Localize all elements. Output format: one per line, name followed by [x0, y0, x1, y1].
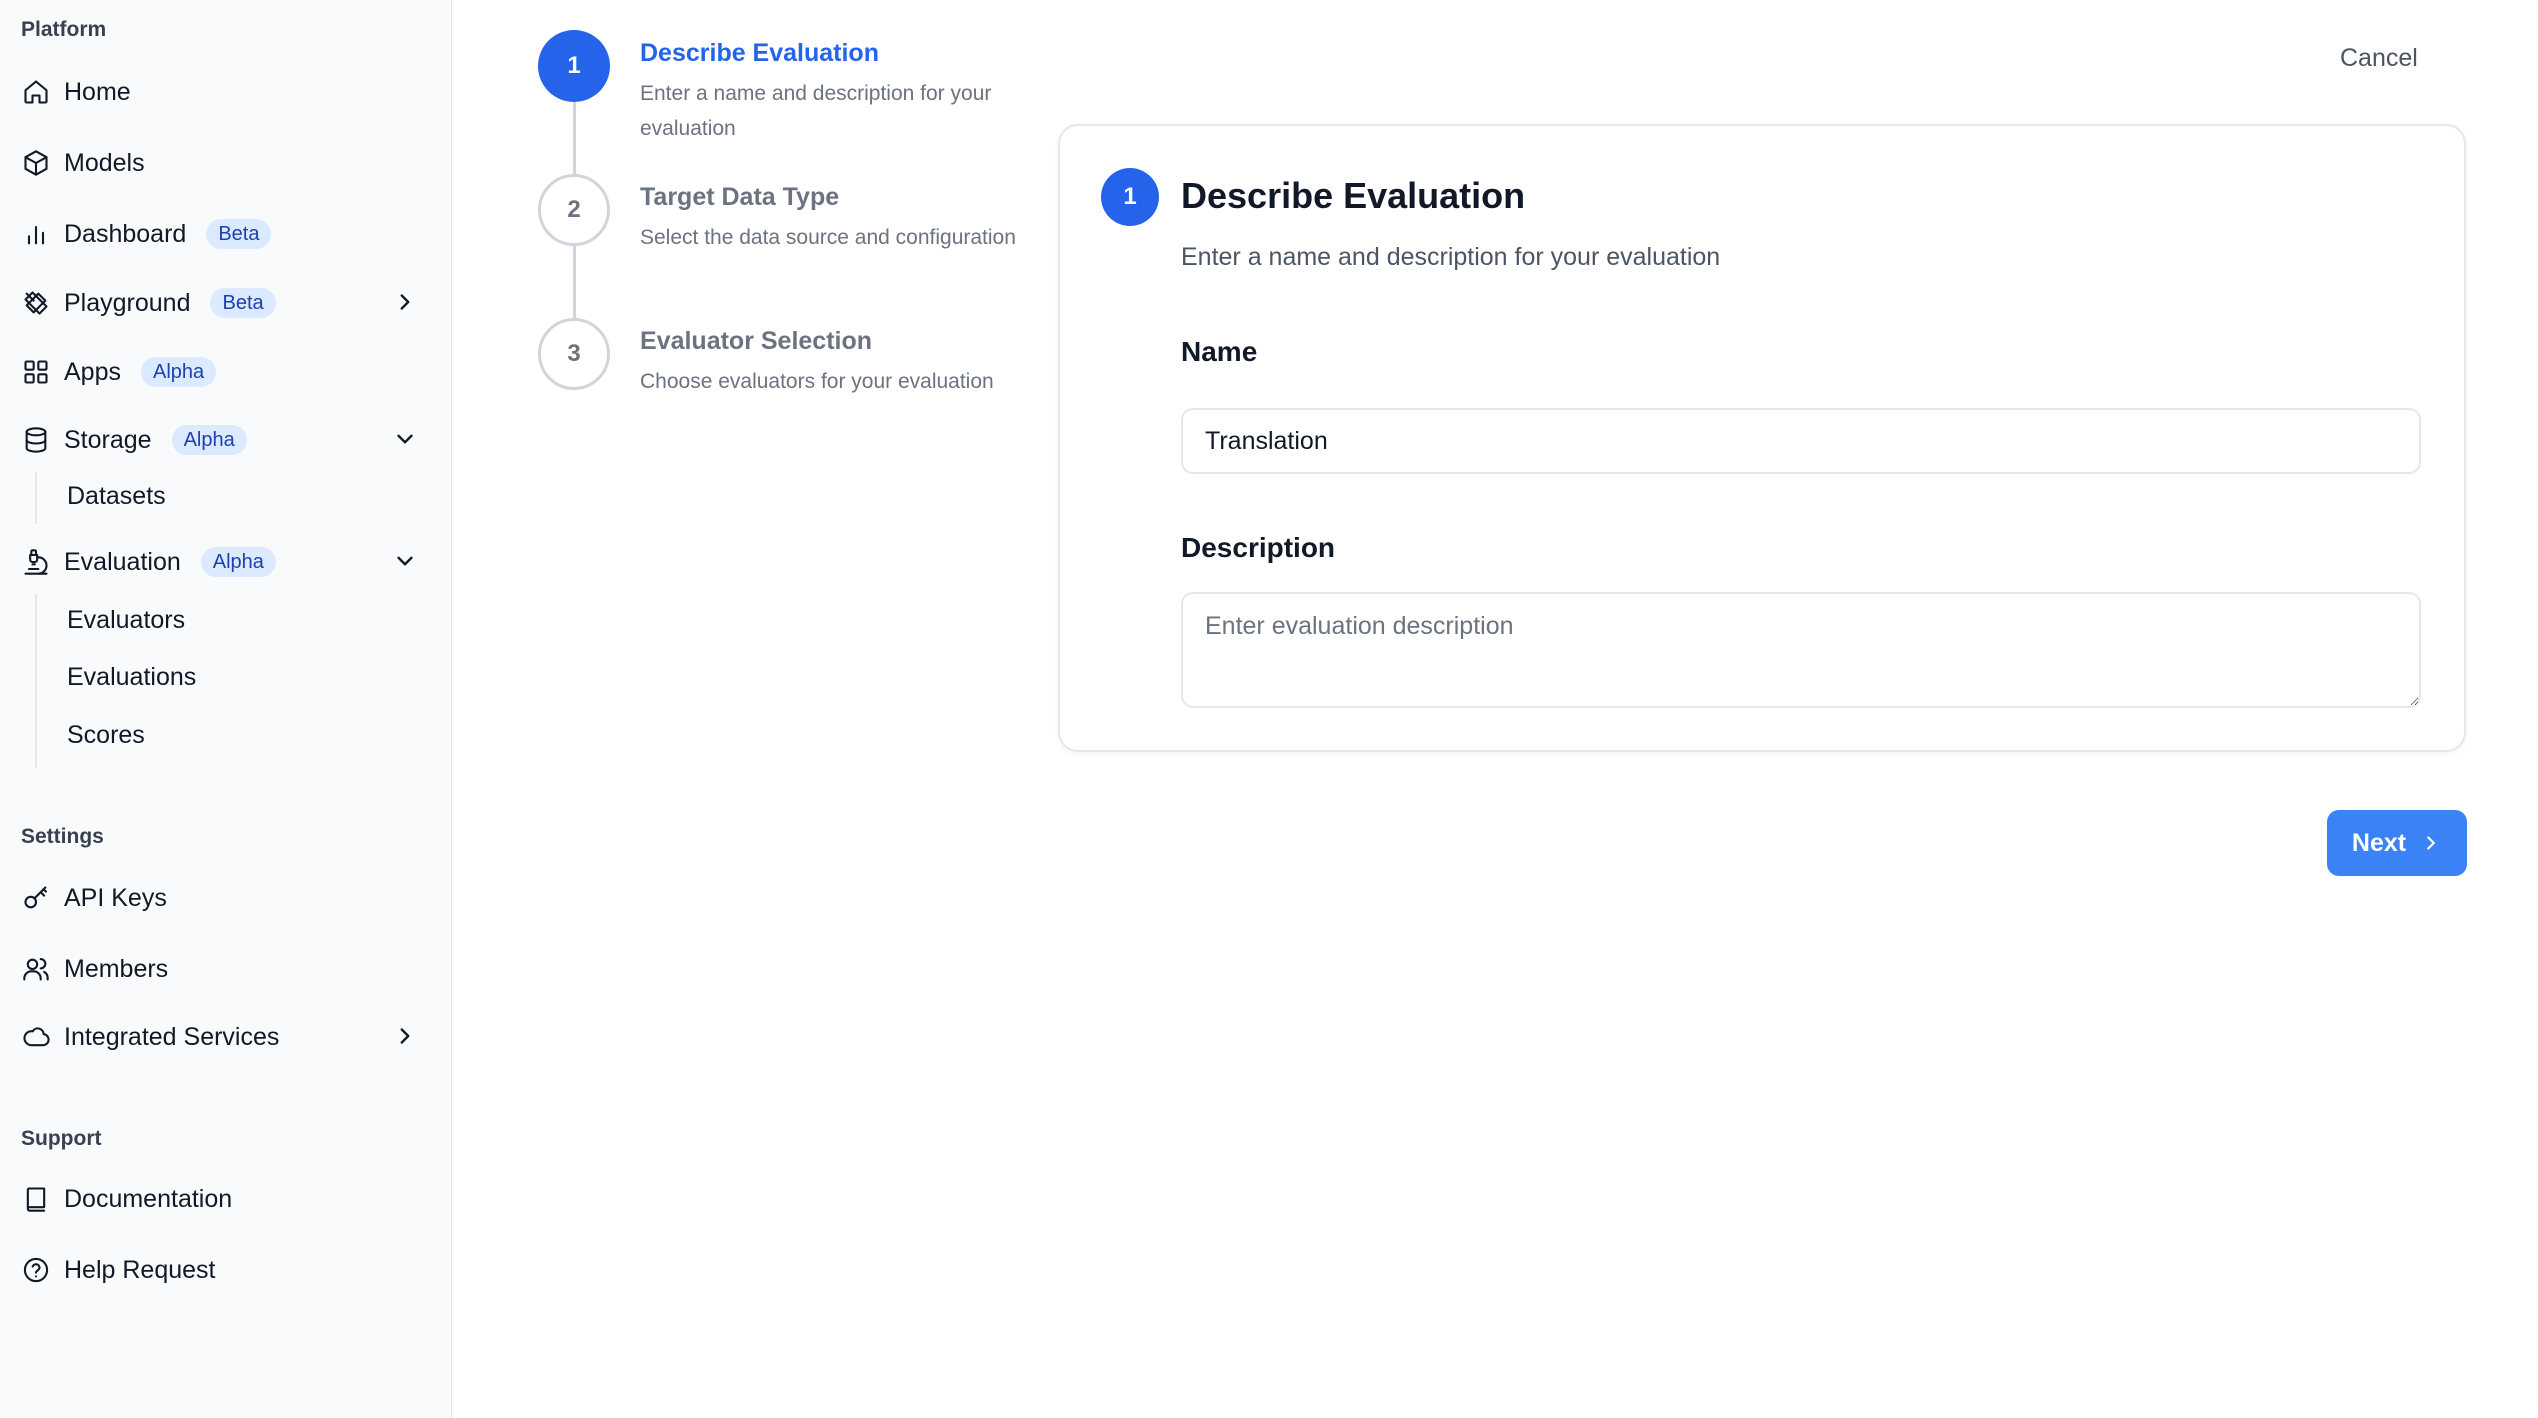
home-icon — [20, 76, 52, 108]
sidebar-item-members[interactable]: Members — [20, 943, 430, 995]
step-connector — [573, 102, 576, 178]
step-1-title[interactable]: Describe Evaluation — [640, 39, 879, 68]
sidebar-item-label: Documentation — [64, 1184, 233, 1213]
sidebar-item-label: Storage — [64, 425, 152, 454]
section-title-platform: Platform — [21, 18, 107, 41]
cube-icon — [20, 147, 52, 179]
alpha-badge: Alpha — [200, 547, 276, 577]
sidebar-item-label: Dashboard — [64, 219, 187, 248]
sidebar-item-label: Apps — [64, 357, 121, 386]
help-circle-icon — [20, 1254, 52, 1286]
sidebar: Platform Home Models Dashboard Beta Play… — [0, 0, 452, 1418]
step-2-indicator[interactable]: 2 — [538, 174, 610, 246]
sidebar-item-apps[interactable]: Apps Alpha — [20, 346, 430, 398]
sidebar-item-label: Models — [64, 148, 145, 177]
sidebar-item-dashboard[interactable]: Dashboard Beta — [20, 208, 430, 260]
section-title-support: Support — [21, 1127, 102, 1150]
card-title: Describe Evaluation — [1181, 175, 1526, 216]
sidebar-item-documentation[interactable]: Documentation — [20, 1173, 430, 1225]
step-1-indicator[interactable]: 1 — [538, 30, 610, 102]
chevron-right-icon[interactable] — [392, 1023, 418, 1049]
sidebar-item-label: Playground — [64, 288, 191, 317]
alpha-badge: Alpha — [140, 357, 217, 387]
step-3-description: Choose evaluators for your evaluation — [640, 370, 994, 393]
sidebar-item-label: Home — [64, 77, 131, 106]
grid-icon — [20, 356, 52, 388]
cancel-button[interactable]: Cancel — [2340, 44, 2418, 73]
step-2-title[interactable]: Target Data Type — [640, 183, 839, 212]
sidebar-subitem-evaluators[interactable]: Evaluators — [67, 606, 185, 635]
card-step-number: 1 — [1101, 168, 1159, 226]
description-label: Description — [1181, 532, 1336, 563]
next-button[interactable]: Next — [2327, 810, 2467, 876]
cloud-icon — [20, 1021, 52, 1053]
step-2-description: Select the data source and configuration — [640, 226, 1016, 249]
description-textarea[interactable] — [1181, 592, 2421, 708]
sidebar-item-integrated-services[interactable]: Integrated Services — [20, 1011, 430, 1063]
storage-subnav: Datasets — [35, 472, 166, 524]
sidebar-item-home[interactable]: Home — [20, 66, 430, 118]
users-icon — [20, 953, 52, 985]
section-title-settings: Settings — [21, 825, 104, 848]
tools-icon — [20, 287, 52, 319]
sidebar-item-evaluation[interactable]: Evaluation Alpha — [20, 536, 430, 588]
sidebar-item-label: Integrated Services — [64, 1022, 280, 1051]
chevron-right-icon[interactable] — [392, 289, 418, 315]
step-connector — [573, 246, 576, 322]
book-icon — [20, 1183, 52, 1215]
sidebar-subitem-scores[interactable]: Scores — [67, 721, 145, 750]
sidebar-item-storage[interactable]: Storage Alpha — [20, 414, 430, 466]
sidebar-item-label: Members — [64, 954, 169, 983]
microscope-icon — [20, 546, 52, 578]
database-icon — [20, 424, 52, 456]
sidebar-item-label: API Keys — [64, 883, 167, 912]
sidebar-subitem-datasets[interactable]: Datasets — [67, 482, 166, 511]
alpha-badge: Alpha — [171, 425, 247, 455]
sidebar-item-models[interactable]: Models — [20, 137, 430, 189]
sidebar-item-api-keys[interactable]: API Keys — [20, 872, 430, 924]
sidebar-item-label: Help Request — [64, 1255, 216, 1284]
next-button-label: Next — [2351, 828, 2407, 857]
name-label: Name — [1181, 336, 1258, 367]
chevron-right-icon — [2427, 836, 2435, 850]
bar-chart-icon — [20, 218, 52, 250]
beta-badge: Beta — [206, 219, 272, 249]
card-subtitle: Enter a name and description for your ev… — [1181, 243, 1721, 271]
step-1-description: Enter a name and description for your ev… — [640, 82, 992, 140]
name-input[interactable] — [1181, 408, 2421, 474]
evaluation-subnav: Evaluators Evaluations Scores — [35, 594, 196, 768]
step-3-title[interactable]: Evaluator Selection — [640, 327, 872, 356]
sidebar-subitem-evaluations[interactable]: Evaluations — [67, 663, 196, 692]
chevron-down-icon[interactable] — [392, 426, 418, 452]
key-icon — [20, 882, 52, 914]
sidebar-item-help-request[interactable]: Help Request — [20, 1244, 430, 1296]
beta-badge: Beta — [210, 288, 276, 318]
sidebar-item-playground[interactable]: Playground Beta — [20, 277, 430, 329]
chevron-down-icon[interactable] — [392, 548, 418, 574]
sidebar-item-label: Evaluation — [64, 547, 181, 576]
step-3-indicator[interactable]: 3 — [538, 318, 610, 390]
